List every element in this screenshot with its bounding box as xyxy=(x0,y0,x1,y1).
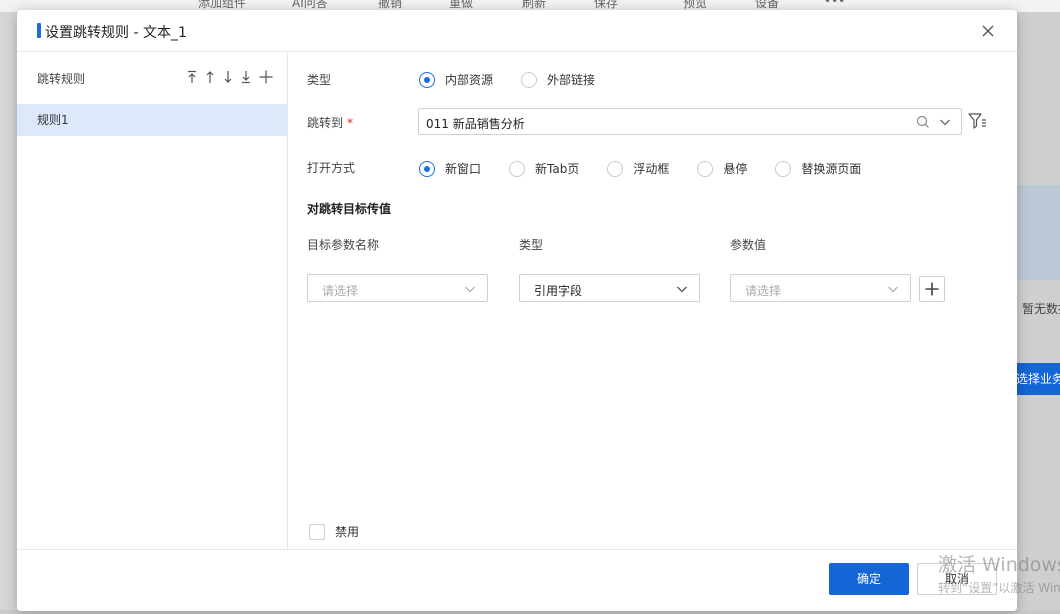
open-mode-radio-group: 新窗口 新Tab页 浮动框 悬停 替换源页面 xyxy=(419,160,889,177)
move-down-icon[interactable] xyxy=(221,68,235,86)
disable-checkbox-row[interactable]: 禁用 xyxy=(309,523,359,540)
radio-checked-icon xyxy=(419,160,435,177)
move-top-icon[interactable] xyxy=(185,68,199,86)
cancel-button[interactable]: 取消 xyxy=(917,563,997,595)
confirm-button[interactable]: 确定 xyxy=(829,563,909,595)
param-value-select[interactable]: 请选择 xyxy=(730,274,911,302)
radio-new-tab[interactable]: 新Tab页 xyxy=(509,160,579,177)
rule-item[interactable]: 规则1 xyxy=(17,104,287,136)
radio-hover[interactable]: 悬停 xyxy=(697,160,747,177)
disable-label: 禁用 xyxy=(335,525,360,539)
chevron-down-icon xyxy=(465,286,475,293)
rules-toolbar xyxy=(185,68,275,86)
radio-unchecked-icon xyxy=(521,71,538,88)
params-section-title: 对跳转目标传值 xyxy=(307,202,392,216)
radio-new-window[interactable]: 新窗口 xyxy=(419,160,481,177)
type-radio-group: 内部资源 外部链接 xyxy=(419,71,623,88)
dialog-header: 设置跳转规则 - 文本_1 xyxy=(17,10,1017,52)
radio-checked-icon xyxy=(419,71,435,88)
background-left xyxy=(0,12,17,614)
target-param-select[interactable]: 请选择 xyxy=(307,274,488,302)
filter-icon[interactable] xyxy=(967,111,987,131)
search-icon[interactable] xyxy=(915,114,931,130)
dialog-title: 设置跳转规则 - 文本_1 xyxy=(45,25,187,41)
param-type-column-label: 类型 xyxy=(519,238,544,252)
plus-icon xyxy=(925,282,939,296)
rule-form: 类型 内部资源 外部链接 跳转到 * 011 新品销售分析 打开方式 新窗口 新… xyxy=(289,52,1017,549)
chevron-down-icon xyxy=(888,286,898,293)
empty-text: 暂无数据 xyxy=(1022,302,1060,316)
close-icon[interactable] xyxy=(979,22,997,40)
radio-internal-resource[interactable]: 内部资源 xyxy=(419,71,493,88)
radio-replace-source[interactable]: 替换源页面 xyxy=(775,160,861,177)
param-value-column-label: 参数值 xyxy=(730,238,767,252)
add-rule-icon[interactable] xyxy=(257,68,275,86)
move-bottom-icon[interactable] xyxy=(239,68,253,86)
param-type-value: 引用字段 xyxy=(534,284,583,298)
jump-to-label: 跳转到 * xyxy=(307,116,354,130)
jump-rule-dialog: 设置跳转规则 - 文本_1 跳转规则 规则1 类型 内部资源 外部链接 跳转到 … xyxy=(17,10,1017,611)
rules-panel-title: 跳转规则 xyxy=(37,72,86,86)
select-business-button: 选择业务数据 xyxy=(1010,363,1060,395)
radio-unchecked-icon xyxy=(775,160,792,177)
dialog-footer: 确定 取消 xyxy=(17,549,1017,611)
title-accent-bar xyxy=(37,23,41,38)
disable-checkbox[interactable] xyxy=(309,523,325,540)
required-mark: * xyxy=(347,116,354,130)
rules-panel: 跳转规则 规则1 xyxy=(17,52,288,549)
param-type-select[interactable]: 引用字段 xyxy=(519,274,700,302)
chevron-down-icon xyxy=(677,286,687,293)
target-param-placeholder: 请选择 xyxy=(322,284,359,298)
radio-floating-box[interactable]: 浮动框 xyxy=(607,160,669,177)
radio-external-link[interactable]: 外部链接 xyxy=(521,71,595,88)
type-label: 类型 xyxy=(307,73,332,87)
bg-toolbar-more: ••• xyxy=(824,0,846,8)
radio-unchecked-icon xyxy=(607,160,624,177)
jump-target-select[interactable]: 011 新品销售分析 xyxy=(418,108,962,135)
add-param-button[interactable] xyxy=(919,276,945,302)
chevron-down-icon[interactable] xyxy=(937,114,953,130)
target-param-column-label: 目标参数名称 xyxy=(307,238,380,252)
radio-unchecked-icon xyxy=(697,160,714,177)
radio-unchecked-icon xyxy=(509,160,526,177)
move-up-icon[interactable] xyxy=(203,68,217,86)
param-value-placeholder: 请选择 xyxy=(745,284,782,298)
jump-target-value: 011 新品销售分析 xyxy=(426,117,525,131)
open-mode-label: 打开方式 xyxy=(307,161,356,175)
